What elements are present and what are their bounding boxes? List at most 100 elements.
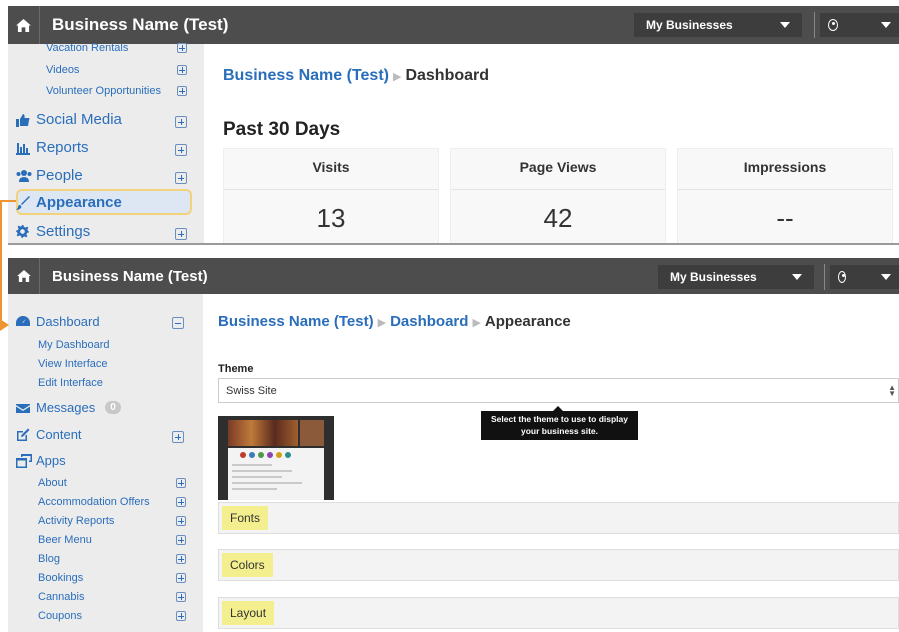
section-label: Layout bbox=[222, 601, 275, 625]
sidebar-app-bookings[interactable]: Bookings bbox=[38, 572, 83, 584]
stat-title: Visits bbox=[312, 159, 350, 175]
appearance-screenshot-panel: Business Name (Test) My Businesses Dashb… bbox=[8, 258, 899, 632]
chevron-down-icon bbox=[881, 22, 891, 28]
fonts-section[interactable]: Fonts bbox=[218, 502, 899, 534]
sidebar-item-messages[interactable]: Messages 0 bbox=[16, 400, 121, 415]
breadcrumb: Business Name (Test) ▶ Dashboard bbox=[223, 67, 489, 85]
stat-title: Page Views bbox=[519, 159, 597, 175]
panel-gap bbox=[0, 245, 899, 258]
my-businesses-label: My Businesses bbox=[646, 18, 733, 32]
bar-chart-icon bbox=[16, 141, 30, 155]
sidebar-item-content[interactable]: Content bbox=[16, 427, 82, 442]
breadcrumb-link-business[interactable]: Business Name (Test) bbox=[218, 313, 374, 330]
expand-icon[interactable] bbox=[177, 65, 187, 75]
my-businesses-dropdown[interactable]: My Businesses bbox=[634, 13, 802, 37]
expand-icon[interactable] bbox=[175, 172, 187, 184]
sidebar-subitem-vacation-rentals[interactable]: Vacation Rentals bbox=[46, 42, 128, 54]
sidebar-app-accommodation-offers[interactable]: Accommodation Offers bbox=[38, 496, 150, 508]
sidebar-item-appearance[interactable]: Appearance bbox=[16, 194, 122, 211]
theme-tooltip: Select the theme to use to display your … bbox=[481, 406, 638, 440]
callout-arrow-line bbox=[0, 200, 16, 202]
sidebar-app-beer-menu[interactable]: Beer Menu bbox=[38, 534, 92, 546]
layout-section[interactable]: Layout bbox=[218, 597, 899, 629]
top-navbar: Business Name (Test) My Businesses bbox=[8, 258, 899, 294]
sidebar-item-label: Social Media bbox=[36, 111, 122, 128]
stat-value: -- bbox=[776, 203, 794, 233]
chevron-down-icon bbox=[792, 274, 802, 280]
expand-icon[interactable] bbox=[176, 497, 186, 507]
sidebar-item-label: Content bbox=[36, 427, 82, 442]
user-icon bbox=[838, 271, 847, 283]
expand-icon[interactable] bbox=[176, 573, 186, 583]
divider bbox=[224, 189, 438, 190]
expand-icon[interactable] bbox=[175, 228, 187, 240]
expand-icon[interactable] bbox=[172, 431, 184, 443]
sidebar-subitem-view-interface[interactable]: View Interface bbox=[38, 358, 108, 370]
sidebar: Vacation Rentals Videos Volunteer Opport… bbox=[8, 42, 204, 243]
breadcrumb-separator-icon: ▶ bbox=[377, 317, 387, 329]
sidebar-item-social-media[interactable]: Social Media bbox=[16, 111, 122, 128]
stat-value: 13 bbox=[316, 203, 346, 233]
users-icon bbox=[16, 169, 32, 183]
sidebar-item-dashboard[interactable]: Dashboard bbox=[16, 314, 100, 329]
sidebar-app-activity-reports[interactable]: Activity Reports bbox=[38, 515, 114, 527]
expand-icon[interactable] bbox=[176, 535, 186, 545]
home-icon[interactable] bbox=[8, 258, 40, 294]
expand-icon[interactable] bbox=[176, 516, 186, 526]
gear-icon bbox=[16, 224, 30, 239]
home-icon[interactable] bbox=[8, 6, 40, 44]
expand-icon[interactable] bbox=[176, 611, 186, 621]
stat-value: 42 bbox=[543, 203, 573, 233]
page-heading: Past 30 Days bbox=[223, 119, 341, 140]
expand-icon[interactable] bbox=[176, 554, 186, 564]
expand-icon[interactable] bbox=[176, 592, 186, 602]
sidebar-item-apps[interactable]: Apps bbox=[16, 453, 66, 468]
sidebar-item-settings[interactable]: Settings bbox=[16, 223, 90, 240]
breadcrumb-link-dashboard[interactable]: Dashboard bbox=[390, 313, 468, 330]
colors-section[interactable]: Colors bbox=[218, 549, 899, 581]
expand-icon[interactable] bbox=[175, 144, 187, 156]
divider bbox=[678, 189, 892, 190]
stat-card-visits: Visits 13 bbox=[223, 148, 439, 243]
select-arrows-icon: ▲ ▼ bbox=[888, 383, 896, 398]
user-icon bbox=[828, 19, 838, 31]
sidebar-item-label: People bbox=[36, 167, 83, 184]
sidebar-item-label: Messages bbox=[36, 400, 96, 415]
sidebar-subitem-volunteer-opportunities[interactable]: Volunteer Opportunities bbox=[46, 85, 161, 97]
breadcrumb-current: Dashboard bbox=[405, 67, 490, 84]
windows-icon bbox=[16, 453, 32, 468]
theme-select[interactable]: Swiss Site ▲ ▼ bbox=[218, 378, 899, 403]
expand-icon[interactable] bbox=[176, 478, 186, 488]
expand-icon[interactable] bbox=[177, 43, 187, 53]
sidebar-item-label: Reports bbox=[36, 139, 89, 156]
expand-icon[interactable] bbox=[175, 116, 187, 128]
sidebar-app-coupons[interactable]: Coupons bbox=[38, 610, 82, 622]
theme-label: Theme bbox=[218, 363, 254, 375]
theme-preview-thumbnail bbox=[218, 416, 334, 500]
sidebar-app-cannabis[interactable]: Cannabis bbox=[38, 591, 84, 603]
sidebar-app-about[interactable]: About bbox=[38, 477, 67, 489]
sidebar-subitem-my-dashboard[interactable]: My Dashboard bbox=[38, 339, 110, 351]
sidebar-subitem-edit-interface[interactable]: Edit Interface bbox=[38, 377, 103, 389]
stat-card-impressions: Impressions -- bbox=[677, 148, 893, 243]
sidebar: Dashboard My Dashboard View Interface Ed… bbox=[8, 294, 203, 632]
breadcrumb-current: Appearance bbox=[484, 313, 571, 330]
sidebar-item-label: Dashboard bbox=[36, 314, 100, 329]
sidebar-app-blog[interactable]: Blog bbox=[38, 553, 60, 565]
user-menu[interactable] bbox=[830, 265, 899, 289]
section-label: Colors bbox=[222, 553, 273, 577]
user-menu[interactable] bbox=[820, 13, 899, 37]
sidebar-item-reports[interactable]: Reports bbox=[16, 139, 89, 156]
sidebar-item-people[interactable]: People bbox=[16, 167, 83, 184]
expand-icon[interactable] bbox=[177, 86, 187, 96]
brand-title[interactable]: Business Name (Test) bbox=[40, 15, 228, 35]
paint-brush-icon bbox=[16, 195, 30, 210]
brand-title[interactable]: Business Name (Test) bbox=[40, 268, 208, 285]
sidebar-subitem-videos[interactable]: Videos bbox=[46, 64, 79, 76]
my-businesses-dropdown[interactable]: My Businesses bbox=[658, 265, 814, 289]
stat-card-page-views: Page Views 42 bbox=[450, 148, 666, 243]
breadcrumb-link-business[interactable]: Business Name (Test) bbox=[223, 67, 389, 84]
envelope-icon bbox=[16, 401, 30, 415]
breadcrumb: Business Name (Test) ▶ Dashboard ▶ Appearanc… bbox=[218, 313, 571, 330]
collapse-icon[interactable] bbox=[172, 317, 184, 329]
